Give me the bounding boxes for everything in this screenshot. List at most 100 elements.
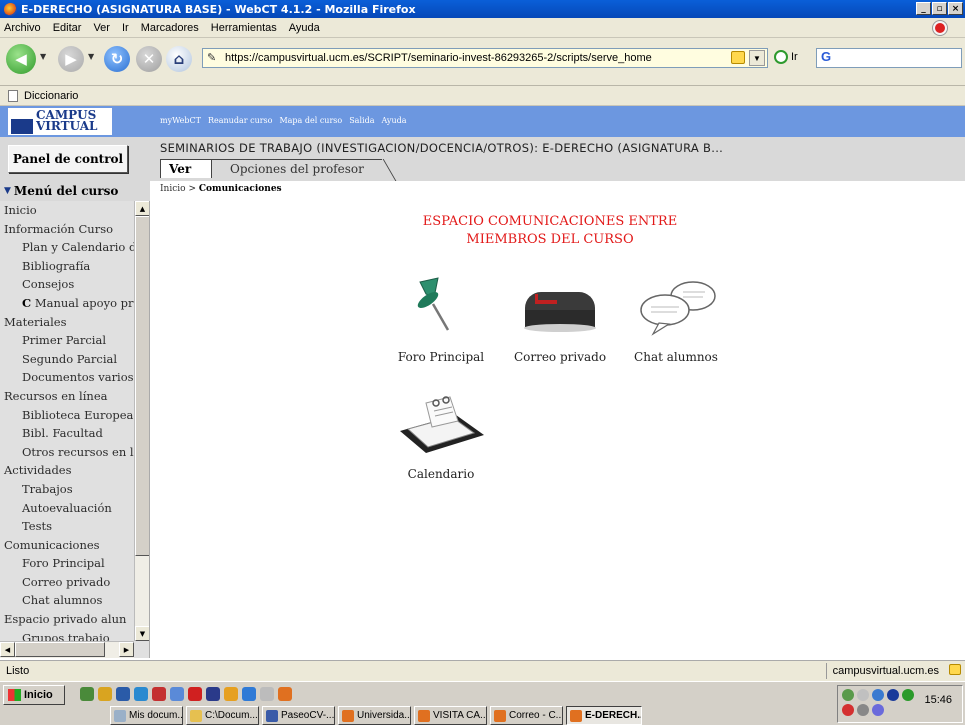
- home-button[interactable]: ⌂: [166, 46, 192, 72]
- quick-media-icon[interactable]: [224, 687, 238, 701]
- sidebar-item[interactable]: Correo privado: [0, 573, 134, 592]
- quick-tool-icon[interactable]: [98, 687, 112, 701]
- sidebar-item[interactable]: Otros recursos en la: [0, 443, 134, 462]
- tool-calendario-label[interactable]: Calendario: [386, 467, 496, 481]
- tool-calendario[interactable]: Calendario: [386, 393, 496, 481]
- control-panel-button[interactable]: Panel de control: [8, 145, 128, 173]
- sidebar-item[interactable]: Recursos en línea: [0, 387, 134, 406]
- desk-calendar-icon[interactable]: [386, 393, 496, 455]
- tray-security-icon[interactable]: [842, 704, 854, 716]
- menu-ayuda[interactable]: Ayuda: [289, 22, 320, 34]
- tool-correo-privado[interactable]: Correo privado: [505, 276, 615, 364]
- forward-button[interactable]: ▶: [58, 46, 84, 72]
- quick-chat-icon[interactable]: [170, 687, 184, 701]
- sidebar-item[interactable]: Bibliografía: [0, 257, 134, 276]
- sidebar-item[interactable]: Documentos varios: [0, 368, 134, 387]
- menu-marcadores[interactable]: Marcadores: [141, 22, 199, 34]
- quick-globe-icon[interactable]: [242, 687, 256, 701]
- taskbar-task-button[interactable]: VISITA CA...: [414, 706, 487, 725]
- pushpin-icon[interactable]: [386, 276, 496, 338]
- tool-correo-label[interactable]: Correo privado: [505, 350, 615, 364]
- sidebar-item[interactable]: Plan y Calendario d: [0, 238, 134, 257]
- speech-bubbles-icon[interactable]: [621, 276, 731, 338]
- sidebar-item[interactable]: Foro Principal: [0, 554, 134, 573]
- sidebar-horizontal-scrollbar[interactable]: ◀ ▶: [0, 641, 134, 658]
- tray-update-icon[interactable]: [902, 689, 914, 701]
- tab-opciones-profesor[interactable]: Opciones del profesor: [212, 159, 382, 178]
- tool-foro-principal[interactable]: Foro Principal: [386, 276, 496, 364]
- sidebar-item[interactable]: Comunicaciones: [0, 536, 134, 555]
- menu-herramientas[interactable]: Herramientas: [211, 22, 277, 34]
- status-padlock-icon[interactable]: [949, 664, 961, 675]
- taskbar-task-button[interactable]: Mis docum...: [110, 706, 183, 725]
- sidebar-item[interactable]: Actividades: [0, 461, 134, 480]
- address-bar[interactable]: ✎ https://campusvirtual.ucm.es/SCRIPT/se…: [202, 48, 768, 68]
- tray-messenger-icon[interactable]: [872, 689, 884, 701]
- topnav-ayuda[interactable]: Ayuda: [381, 116, 406, 125]
- sidebar-item[interactable]: Biblioteca Europea: [0, 406, 134, 425]
- taskbar-task-button[interactable]: Correo - C...: [490, 706, 563, 725]
- quick-mail-icon[interactable]: [260, 687, 274, 701]
- sidebar-item[interactable]: Tests: [0, 517, 134, 536]
- start-button[interactable]: Inicio: [3, 685, 65, 705]
- tab-ver[interactable]: Ver: [160, 159, 212, 178]
- sidebar-item[interactable]: Información Curso: [0, 220, 134, 239]
- quick-stop-icon[interactable]: [188, 687, 202, 701]
- back-history-dropdown-icon[interactable]: ▼: [40, 52, 46, 61]
- quick-firefox-icon[interactable]: [278, 687, 292, 701]
- scroll-down-arrow-icon[interactable]: ▼: [135, 626, 149, 641]
- tray-device-icon[interactable]: [857, 704, 869, 716]
- bookmark-diccionario[interactable]: Diccionario: [24, 90, 78, 102]
- sidebar-item[interactable]: Primer Parcial: [0, 331, 134, 350]
- taskbar-task-button[interactable]: C:\Docum...: [186, 706, 259, 725]
- mailbox-icon[interactable]: [505, 276, 615, 338]
- sidebar-item[interactable]: Segundo Parcial: [0, 350, 134, 369]
- menu-ir[interactable]: Ir: [122, 22, 129, 34]
- taskbar-clock[interactable]: 15:46: [924, 694, 952, 706]
- course-menu-header[interactable]: ▼ Menú del curso: [0, 181, 150, 201]
- address-dropdown-icon[interactable]: ▼: [749, 50, 765, 66]
- campus-virtual-logo[interactable]: CAMPUS VIRTUAL: [8, 108, 112, 135]
- sidebar-item[interactable]: Bibl. Facultad: [0, 424, 134, 443]
- menu-archivo[interactable]: Archivo: [4, 22, 41, 34]
- close-button[interactable]: ×: [948, 2, 963, 15]
- scroll-left-arrow-icon[interactable]: ◀: [0, 642, 15, 657]
- sidebar-vertical-scrollbar[interactable]: ▲ ▼: [134, 201, 149, 641]
- sidebar-item[interactable]: Espacio privado alun: [0, 610, 134, 629]
- tray-app-icon[interactable]: [872, 704, 884, 716]
- taskbar-task-button[interactable]: E-DERECH...: [566, 706, 642, 725]
- sidebar-item[interactable]: Chat alumnos: [0, 591, 134, 610]
- minimize-button[interactable]: _: [916, 2, 931, 15]
- tray-volume-icon[interactable]: [857, 689, 869, 701]
- quick-tools-icon[interactable]: [152, 687, 166, 701]
- sidebar-item[interactable]: Trabajos: [0, 480, 134, 499]
- topnav-mywebct[interactable]: myWebCT: [160, 116, 201, 125]
- tray-network-icon[interactable]: [842, 689, 854, 701]
- search-input[interactable]: G: [816, 48, 962, 68]
- topnav-reanudar-curso[interactable]: Reanudar curso: [208, 116, 272, 125]
- hscroll-thumb[interactable]: [15, 642, 105, 657]
- stop-button[interactable]: ✕: [136, 46, 162, 72]
- forward-history-dropdown-icon[interactable]: ▼: [88, 52, 94, 61]
- quick-word-icon[interactable]: [206, 687, 220, 701]
- menu-editar[interactable]: Editar: [53, 22, 82, 34]
- taskbar-task-button[interactable]: PaseoCV-...: [262, 706, 335, 725]
- sidebar-item[interactable]: Autoevaluación: [0, 499, 134, 518]
- topnav-salida[interactable]: Salida: [349, 116, 374, 125]
- sidebar-item[interactable]: Materiales: [0, 313, 134, 332]
- sidebar-item[interactable]: C Manual apoyo pr: [0, 294, 134, 313]
- maximize-button[interactable]: ▫: [932, 2, 947, 15]
- taskbar-task-button[interactable]: Universida...: [338, 706, 411, 725]
- tool-foro-label[interactable]: Foro Principal: [386, 350, 496, 364]
- topnav-mapa-curso[interactable]: Mapa del curso: [279, 116, 342, 125]
- go-button[interactable]: Ir: [774, 50, 798, 64]
- back-button[interactable]: ◀: [6, 44, 36, 74]
- breadcrumb-home[interactable]: Inicio: [160, 184, 186, 194]
- quick-desktop-icon[interactable]: [80, 687, 94, 701]
- scroll-up-arrow-icon[interactable]: ▲: [135, 201, 149, 216]
- quick-app-icon[interactable]: [116, 687, 130, 701]
- tool-chat-label[interactable]: Chat alumnos: [621, 350, 731, 364]
- scroll-right-arrow-icon[interactable]: ▶: [119, 642, 134, 657]
- scroll-thumb[interactable]: [135, 216, 149, 556]
- sidebar-item[interactable]: Consejos: [0, 275, 134, 294]
